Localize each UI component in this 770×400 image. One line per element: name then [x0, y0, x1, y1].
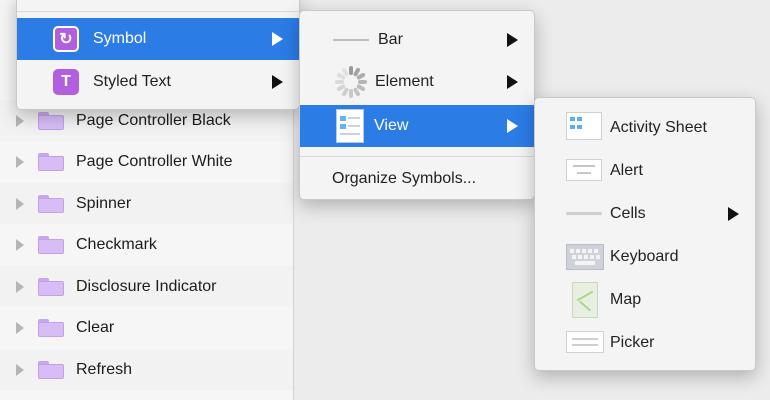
- symbol-refresh-icon: ↻: [53, 26, 79, 52]
- insert-menu: ↻ Symbol T Styled Text: [16, 0, 300, 110]
- menu-item-picker[interactable]: Picker: [535, 321, 755, 365]
- menu-item-activity-sheet[interactable]: Activity Sheet: [535, 106, 755, 150]
- folder-icon: [38, 194, 64, 213]
- symbol-submenu: Bar Element View Organize Symbols...: [299, 10, 535, 200]
- menu-item-label: View: [374, 117, 409, 134]
- menu-separator: [300, 156, 534, 157]
- map-thumbnail-icon: [572, 282, 598, 318]
- layer-row-page-controller-white[interactable]: Page Controller White: [0, 141, 293, 182]
- menu-item-label: Activity Sheet: [610, 119, 707, 136]
- menu-item-element[interactable]: Element: [300, 61, 534, 103]
- layer-row-checkmark[interactable]: Checkmark: [0, 224, 293, 265]
- layer-label: Clear: [76, 318, 115, 336]
- submenu-arrow-icon: [507, 119, 518, 133]
- menu-item-label: Map: [610, 291, 642, 308]
- keyboard-thumbnail-icon: [566, 244, 604, 270]
- menu-item-keyboard[interactable]: Keyboard: [535, 235, 755, 279]
- layer-label: Page Controller Black: [76, 111, 231, 129]
- view-submenu: Activity Sheet Alert Cells Keyboard Map …: [534, 97, 756, 371]
- folder-icon: [38, 152, 64, 171]
- menu-item-organize-symbols[interactable]: Organize Symbols...: [300, 161, 534, 197]
- menu-separator: [17, 11, 299, 12]
- menu-item-cells[interactable]: Cells: [535, 192, 755, 236]
- menu-item-view[interactable]: View: [300, 105, 534, 147]
- layer-row-disclosure-indicator[interactable]: Disclosure Indicator: [0, 266, 293, 307]
- submenu-arrow-icon: [507, 75, 518, 89]
- menu-item-label: Cells: [610, 205, 646, 222]
- disclosure-triangle-icon[interactable]: [16, 238, 24, 251]
- folder-icon: [38, 235, 64, 254]
- submenu-arrow-icon: [728, 207, 739, 221]
- cells-line-icon: [566, 212, 602, 215]
- menu-item-label: Organize Symbols...: [332, 170, 477, 187]
- menu-item-label: Alert: [610, 162, 643, 179]
- styled-text-icon: T: [53, 69, 79, 95]
- folder-icon: [38, 360, 64, 379]
- picker-thumbnail-icon: [566, 331, 604, 353]
- layer-label: Page Controller White: [76, 152, 233, 170]
- layer-label: Spinner: [76, 194, 132, 212]
- menu-item-bar[interactable]: Bar: [300, 19, 534, 61]
- folder-icon: [38, 318, 64, 337]
- disclosure-triangle-icon[interactable]: [16, 155, 24, 168]
- menu-item-alert[interactable]: Alert: [535, 149, 755, 193]
- submenu-arrow-icon: [507, 33, 518, 47]
- menu-item-styled-text[interactable]: T Styled Text: [17, 61, 299, 103]
- submenu-arrow-icon: [272, 75, 283, 89]
- disclosure-triangle-icon[interactable]: [16, 363, 24, 376]
- menu-item-map[interactable]: Map: [535, 278, 755, 322]
- disclosure-triangle-icon[interactable]: [16, 114, 24, 127]
- layer-row-clear[interactable]: Clear: [0, 307, 293, 348]
- menu-item-label: Styled Text: [93, 73, 171, 90]
- folder-icon: [38, 277, 64, 296]
- folder-icon: [38, 111, 64, 130]
- view-thumbnail-icon: [336, 109, 364, 143]
- disclosure-triangle-icon[interactable]: [16, 280, 24, 293]
- layer-label: Disclosure Indicator: [76, 277, 217, 295]
- menu-item-label: Symbol: [93, 30, 147, 47]
- menu-item-label: Bar: [378, 31, 403, 48]
- menu-item-label: Element: [375, 73, 434, 90]
- submenu-arrow-icon: [272, 32, 283, 46]
- layer-label: Refresh: [76, 360, 133, 378]
- menu-item-symbol[interactable]: ↻ Symbol: [17, 18, 299, 60]
- menu-item-label: Picker: [610, 334, 655, 351]
- layer-row-spinner[interactable]: Spinner: [0, 183, 293, 224]
- alert-thumbnail-icon: [566, 159, 602, 181]
- spinner-icon: [333, 64, 369, 100]
- bar-line-icon: [333, 39, 369, 41]
- menu-item-label: Keyboard: [610, 248, 679, 265]
- layer-label: Checkmark: [76, 235, 157, 253]
- activity-sheet-thumbnail-icon: [566, 112, 602, 140]
- disclosure-triangle-icon[interactable]: [16, 321, 24, 334]
- layer-row-refresh[interactable]: Refresh: [0, 349, 293, 390]
- disclosure-triangle-icon[interactable]: [16, 197, 24, 210]
